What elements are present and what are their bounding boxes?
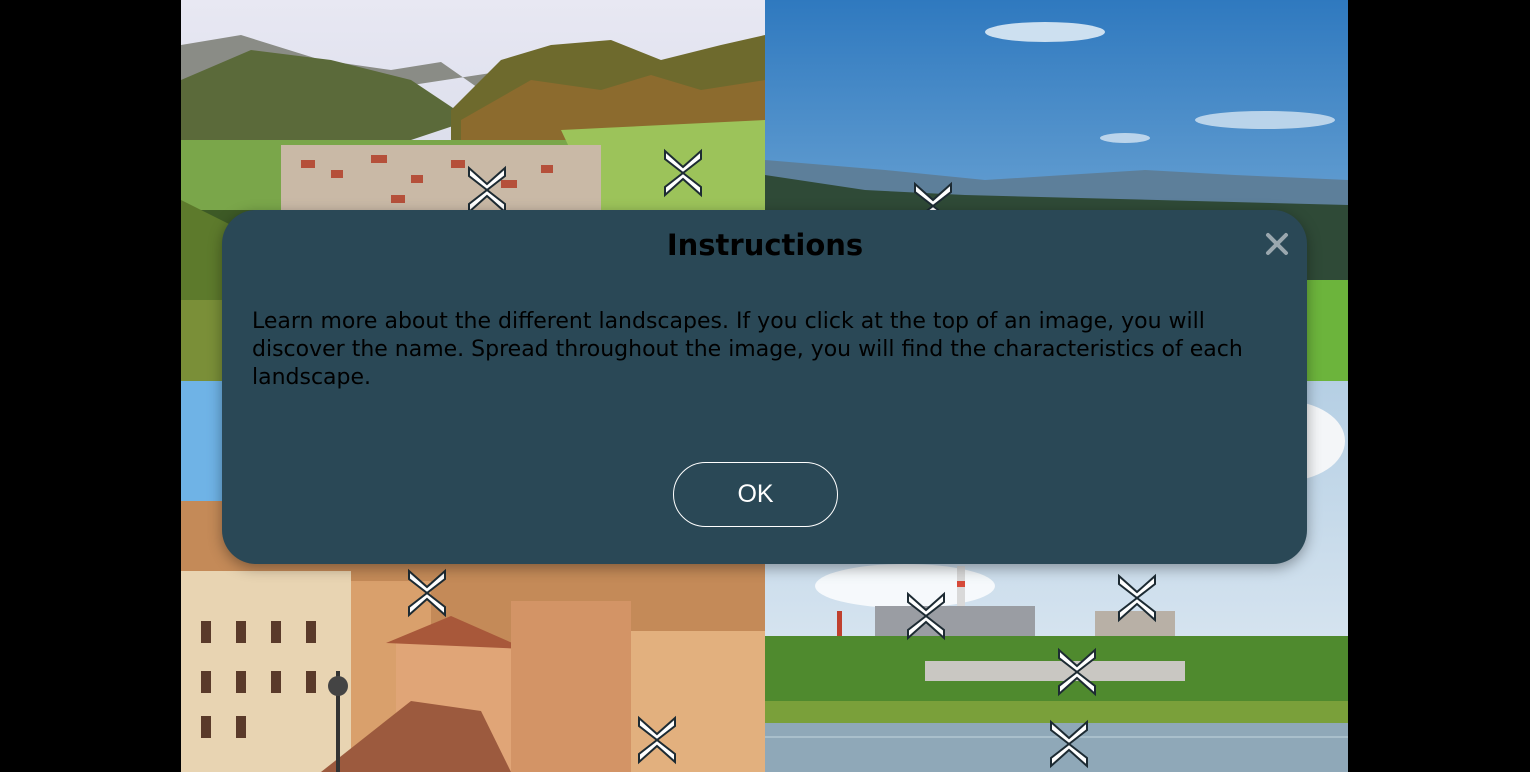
hotspot-top-left-2[interactable] <box>655 145 711 201</box>
hotspot-bottom-left-1[interactable] <box>399 565 455 621</box>
hotspot-bottom-right-3[interactable] <box>1049 644 1105 700</box>
collapse-arrows-icon <box>408 568 446 618</box>
modal-title: Instructions <box>666 228 864 262</box>
collapse-arrows-icon <box>1050 719 1088 769</box>
hotspot-bottom-right-2[interactable] <box>1109 570 1165 626</box>
collapse-arrows-icon <box>664 148 702 198</box>
hotspot-bottom-left-2[interactable] <box>629 712 685 768</box>
hotspot-bottom-right-1[interactable] <box>898 588 954 644</box>
collapse-arrows-icon <box>1058 647 1096 697</box>
ok-button[interactable]: OK <box>673 462 838 527</box>
collapse-arrows-icon <box>1118 573 1156 623</box>
collapse-arrows-icon <box>907 591 945 641</box>
close-icon <box>1266 233 1288 255</box>
close-button[interactable] <box>1259 226 1295 262</box>
collapse-arrows-icon <box>638 715 676 765</box>
modal-body-text: Learn more about the different landscape… <box>252 309 1243 390</box>
hotspot-bottom-right-4[interactable] <box>1041 716 1097 772</box>
